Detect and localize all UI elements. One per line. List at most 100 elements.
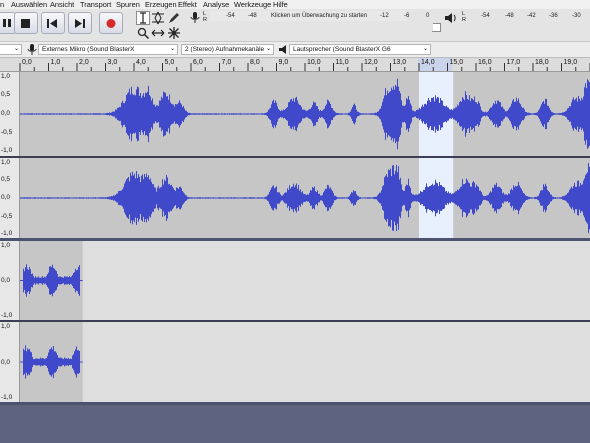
- menu-select[interactable]: Auswählen: [11, 0, 47, 9]
- zoom-tool[interactable]: [136, 26, 150, 40]
- scale-label: -1,0: [1, 230, 13, 237]
- magnifier-icon: [137, 27, 150, 40]
- meter-scale-label: -12: [380, 13, 389, 19]
- track-1-right[interactable]: 1,0 0,5 0,0 -0,5 -1,0: [0, 158, 590, 238]
- ruler-label: 5,0: [164, 59, 175, 66]
- ruler-label: 14,0: [421, 59, 435, 66]
- multi-tool-icon: [168, 27, 180, 39]
- stop-button[interactable]: [14, 12, 38, 34]
- track-2-right[interactable]: 1,0 0,0 -1,0: [0, 322, 590, 402]
- ruler-label: 7,0: [221, 59, 232, 66]
- meter-scale-label: -48: [505, 13, 514, 19]
- meter-scale-label: -30: [572, 13, 581, 19]
- scale-label: -1,0: [1, 147, 13, 154]
- ruler-label: 6,0: [193, 59, 203, 66]
- skip-start-button[interactable]: [41, 12, 65, 34]
- timeshift-tool[interactable]: [151, 26, 165, 40]
- menu-help[interactable]: Hilfe: [273, 0, 288, 9]
- scale-label: -1,0: [1, 312, 13, 319]
- ruler-label: 12,0: [364, 59, 378, 66]
- skip-start-icon: [47, 19, 57, 28]
- multi-tool[interactable]: [167, 26, 181, 40]
- meter-scale-label: -42: [527, 13, 536, 19]
- ruler-label: 10,0: [307, 59, 321, 66]
- meter-scale-label: -48: [248, 13, 257, 19]
- ruler-label: 4,0: [136, 59, 146, 66]
- timeshift-icon: [151, 29, 165, 37]
- record-meter-lr: L R: [203, 11, 207, 23]
- menu-transport[interactable]: Transport: [80, 0, 111, 9]
- ruler-label: 3,0: [107, 59, 118, 66]
- track-1-left[interactable]: 1,0 0,5 0,0 -0,5 -1,0: [0, 72, 590, 156]
- channels-select[interactable]: 2 (Stereo) Aufnahmekanäle ⌄: [181, 44, 274, 55]
- waveform[interactable]: [20, 158, 590, 238]
- ruler-label: 2,0: [79, 59, 89, 66]
- record-meter-hint: Klicken um Überwachung zu starten: [271, 13, 368, 19]
- meter-scale-label: -6: [404, 13, 410, 19]
- ruler-label: 9,0: [278, 59, 289, 66]
- selection-tool[interactable]: [136, 11, 150, 25]
- scale-label: 0,0: [1, 110, 11, 117]
- chevron-down-icon: ⌄: [169, 46, 175, 52]
- record-meter-button[interactable]: [188, 11, 202, 25]
- chevron-down-icon: ⌄: [265, 46, 271, 52]
- vertical-scale: 1,0 0,0 -1,0: [0, 322, 20, 402]
- menu-generate[interactable]: Erzeugen: [145, 0, 177, 9]
- waveform[interactable]: [20, 72, 590, 156]
- scale-label: 1,0: [1, 73, 11, 80]
- draw-tool[interactable]: [167, 11, 181, 25]
- skip-end-button[interactable]: [68, 12, 92, 34]
- scale-label: 0,0: [1, 194, 11, 201]
- chevron-down-icon: ⌄: [422, 46, 428, 52]
- playback-meter-lr: L R: [462, 11, 466, 23]
- ibeam-icon: [140, 12, 146, 24]
- ruler-label: 13,0: [392, 59, 407, 66]
- waveform[interactable]: [20, 322, 590, 402]
- meter-scale-label: -54: [481, 13, 490, 19]
- menu-tracks[interactable]: Spuren: [116, 0, 140, 9]
- menu-analyze[interactable]: Analyse: [203, 0, 229, 9]
- ruler-label: 8,0: [250, 59, 260, 66]
- waveform[interactable]: [20, 241, 590, 320]
- microphone-select[interactable]: Externes Mikro (Sound BlasterX ⌄: [38, 44, 178, 55]
- scale-label: 0,0: [1, 359, 11, 366]
- microphone-icon: [190, 12, 200, 23]
- skip-end-icon: [75, 19, 85, 28]
- scale-label: 0,0: [1, 277, 11, 284]
- host-select[interactable]: ⌄: [0, 44, 22, 55]
- vertical-scale: 1,0 0,5 0,0 -0,5 -1,0: [0, 72, 20, 156]
- record-button[interactable]: [99, 12, 123, 34]
- menu-tools[interactable]: Werkzeuge: [234, 0, 271, 9]
- track-divider: [0, 402, 590, 405]
- scale-label: 0,5: [1, 91, 11, 98]
- menu-file[interactable]: n: [0, 0, 4, 9]
- playback-meter[interactable]: -54 -48 -42 -36 -30: [469, 11, 590, 21]
- menu-effect[interactable]: Effekt: [178, 0, 197, 9]
- ruler-label: 1,0: [50, 59, 61, 66]
- speaker-select[interactable]: Lautsprecher (Sound BlasterX G6 ⌄: [289, 44, 431, 55]
- vertical-scale: 1,0 0,0 -1,0: [0, 241, 20, 320]
- record-meter-lower: [203, 23, 433, 31]
- record-icon: [106, 19, 116, 28]
- scale-label: -0,5: [1, 129, 13, 136]
- ruler-label: 18,0: [535, 59, 549, 66]
- track-2-left[interactable]: 1,0 0,0 -1,0: [0, 241, 590, 320]
- vertical-scale: 1,0 0,5 0,0 -0,5 -1,0: [0, 158, 20, 238]
- scale-label: 1,0: [1, 242, 11, 249]
- scale-label: -0,5: [1, 213, 13, 220]
- timeline-ruler[interactable]: 0,0 1,0 2,0 3,0 4,0 5,0 6,0 7,0 8,0 9,0 10,0 11,0 12…: [0, 58, 590, 72]
- ruler-label: 15,0: [449, 59, 464, 66]
- scale-label: 1,0: [1, 159, 11, 166]
- playback-meter-button[interactable]: [443, 11, 457, 25]
- record-meter[interactable]: -54 -48 Klicken um Überwachung zu starte…: [210, 11, 429, 21]
- ruler-label: 17,0: [506, 59, 521, 66]
- scale-label: -1,0: [1, 394, 13, 401]
- toolbar-area: L R -54 -48 Klicken um Überwachung zu st…: [0, 9, 590, 42]
- speaker-icon: [278, 44, 289, 55]
- menu-view[interactable]: Ansicht: [50, 0, 74, 9]
- pencil-icon: [169, 13, 179, 23]
- device-toolbar: ⌄ Externes Mikro (Sound BlasterX ⌄ 2 (Ste…: [0, 42, 590, 58]
- envelope-tool[interactable]: [151, 11, 165, 25]
- track-background: [20, 322, 590, 402]
- speaker-icon: [445, 13, 456, 23]
